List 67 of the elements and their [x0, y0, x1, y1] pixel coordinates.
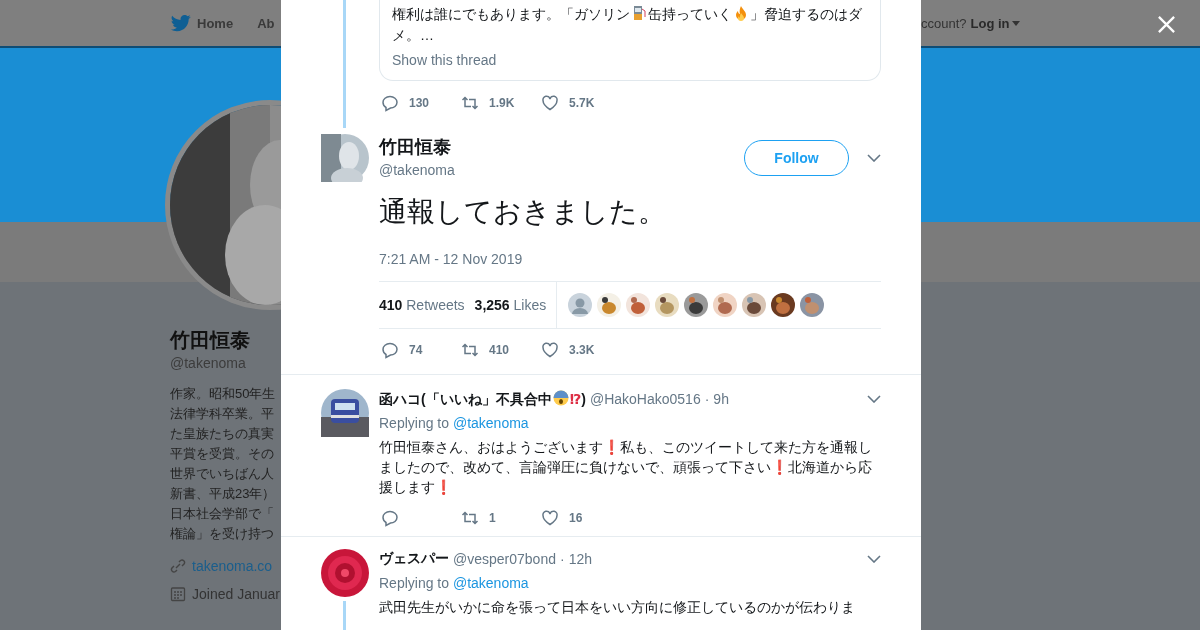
bio-line: 新書、平成23年）: [170, 485, 276, 503]
user-handle[interactable]: @HakoHako0516: [589, 391, 701, 407]
reply-icon[interactable]: [381, 509, 399, 527]
close-icon[interactable]: [1157, 15, 1176, 34]
bio-line: 権論」を受け持つ: [170, 525, 274, 543]
retweet-count: 1: [489, 511, 496, 525]
bio-line: 作家。昭和50年生: [170, 385, 276, 403]
like-count: 16: [569, 511, 583, 525]
calendar-icon: [170, 586, 186, 602]
tweet-time[interactable]: 12h: [568, 551, 592, 567]
retweets-stat[interactable]: 410 Retweets: [379, 297, 465, 313]
mention-link[interactable]: @takenoma: [452, 415, 529, 431]
retweet-icon[interactable]: [461, 509, 479, 527]
user-handle[interactable]: @takenoma: [379, 160, 744, 180]
fuel-pump-icon: [631, 5, 647, 21]
reply-icon[interactable]: [381, 341, 399, 359]
bio-line: 日本社会学部で「: [170, 505, 274, 523]
home-link[interactable]: Home: [171, 13, 234, 33]
nav-link[interactable]: Ab: [257, 15, 275, 31]
quoted-tweet-card[interactable]: 権利は誰にでもあります。「ガソリン 缶持っていく 」脅迫するのはダメ。… Show this thread: [379, 0, 881, 81]
like-count: 5.7K: [569, 96, 595, 110]
bio-line: 世界でいちばん人: [170, 465, 274, 483]
join-date: Joined Januar: [192, 586, 280, 602]
reply-count: 74: [409, 343, 423, 357]
profile-name: 竹田恒泰: [170, 328, 250, 352]
follow-button[interactable]: Follow: [744, 140, 849, 176]
bird-icon: [171, 13, 191, 33]
like-count: 3.3K: [569, 343, 595, 357]
user-name[interactable]: ヴェスパー: [379, 550, 449, 568]
chevron-down-icon[interactable]: [867, 395, 881, 403]
chevron-down-icon[interactable]: [867, 555, 881, 563]
mention-link[interactable]: @takenoma: [452, 575, 529, 591]
emoji-icon: [552, 389, 569, 406]
reply-count: 130: [409, 96, 430, 110]
account-prompt: ccount?: [921, 15, 967, 31]
replying-label: Replying to: [379, 575, 450, 591]
bio-line: 平賞を受賞。その: [170, 445, 274, 463]
tweet-time[interactable]: 9h: [713, 391, 729, 407]
tweet-text: 通報しておきました。: [379, 195, 667, 229]
retweet-icon[interactable]: [461, 341, 479, 359]
retweet-count: 410: [489, 343, 510, 357]
tweet-text: 権利は誰にでもあります。「ガソリン 缶持っていく 」脅迫するのはダメ。…: [392, 4, 863, 45]
retweet-icon[interactable]: [461, 94, 479, 112]
link-icon: [170, 558, 186, 574]
separator-dot: ·: [559, 551, 565, 567]
heart-icon[interactable]: [541, 509, 559, 527]
user-name[interactable]: 函ハコ(「いいね」不具合中 ⁉): [379, 389, 586, 409]
chevron-down-icon[interactable]: [867, 154, 881, 162]
heart-icon[interactable]: [541, 341, 559, 359]
caret-icon: [1011, 20, 1020, 26]
user-name[interactable]: 竹田恒泰: [379, 136, 744, 158]
fire-icon: [733, 5, 749, 21]
show-thread-link[interactable]: Show this thread: [392, 52, 868, 68]
retweet-count: 1.9K: [489, 96, 515, 110]
replying-label: Replying to: [379, 415, 450, 431]
reply-text: 武田先生がいかに命を張って日本をいい方向に修正しているのかが伝わりま: [379, 598, 856, 617]
reply-text: 竹田恒泰さん、おはようございます❗私も、このツイートして来た方を通報しましたので、改めて、言論弾圧に負けないで、頑張って下さい❗北海道から応援します❗: [379, 438, 873, 497]
likes-stat[interactable]: 3,256 Likes: [474, 297, 547, 313]
bio-line: 法律学科卒業。平: [170, 405, 274, 423]
bio-line: た皇族たちの真実: [170, 425, 274, 443]
profile-handle: @takenoma: [170, 354, 246, 372]
login-link[interactable]: Log in: [970, 15, 1020, 31]
tweet-timestamp: 7:21 AM - 12 Nov 2019: [379, 250, 524, 268]
separator-dot: ·: [704, 391, 710, 407]
reply-icon[interactable]: [381, 94, 399, 112]
heart-icon[interactable]: [541, 94, 559, 112]
user-handle[interactable]: @vesper07bond: [453, 551, 556, 567]
